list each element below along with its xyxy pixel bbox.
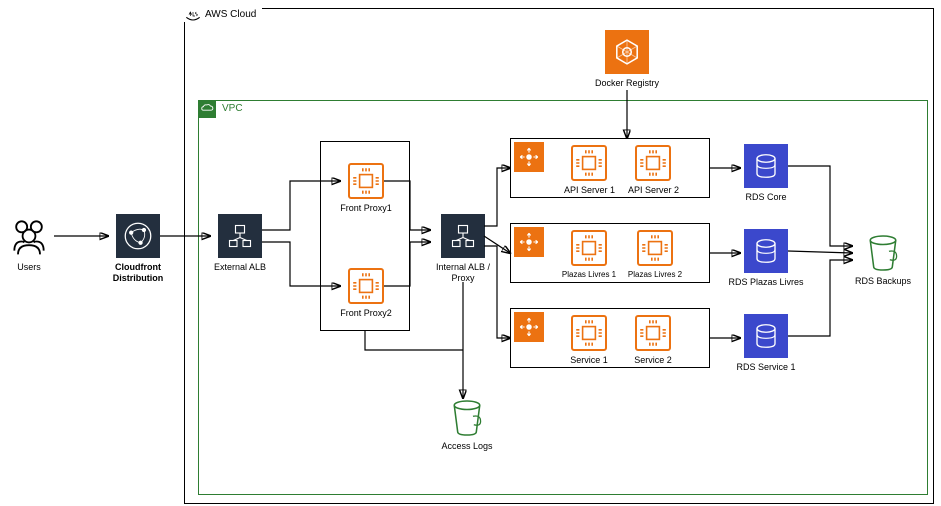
row3-server2: Service 2 [628,315,678,366]
row1-server2: API Server 2 [628,145,678,196]
front-proxy1-icon [348,163,384,199]
front-proxy1-label: Front Proxy1 [334,203,398,214]
row3-rds: RDS Service 1 [734,314,798,373]
row2-server1: Plazas Livres 1 [560,230,618,280]
row3-server1-label: Service 1 [564,355,614,366]
access-logs-label: Access Logs [440,441,494,452]
row1-lb [514,142,544,172]
rds-backups-icon [866,234,900,272]
row1-server1-icon [571,145,607,181]
row2-rds-label: RDS Plazas Livres [728,277,804,288]
external-alb-icon [218,214,262,258]
row3-lb [514,312,544,342]
row1-server1-label: API Server 1 [564,185,614,196]
cloudfront-label: Cloudfront Distribution [108,262,168,284]
docker-registry-label: Docker Registry [592,78,662,89]
rds-backups-label: RDS Backups [853,276,913,287]
internal-alb-node: Internal ALB / Proxy [430,214,496,284]
aws-cloud-tag: AWS Cloud [183,7,262,22]
row2-rds: RDS Plazas Livres [728,229,804,288]
row1-server2-label: API Server 2 [628,185,678,196]
users-icon [7,214,51,258]
row2-server2-label: Plazas Livres 2 [626,270,684,280]
cloudfront-icon [116,214,160,258]
row1-rds-icon [744,144,788,188]
row2-server2-icon [637,230,673,266]
row2-server1-label: Plazas Livres 1 [560,270,618,280]
vpc-icon [198,100,216,118]
external-alb-label: External ALB [210,262,270,273]
row3-rds-icon [744,314,788,358]
front-proxy2-icon [348,268,384,304]
docker-registry-node: Docker Registry [592,30,662,89]
vpc-label: VPC [222,103,243,114]
row2-server1-icon [571,230,607,266]
row3-server2-icon [635,315,671,351]
row1-rds: RDS Core [736,144,796,203]
row3-rds-label: RDS Service 1 [734,362,798,373]
row3-server1-icon [571,315,607,351]
cloudfront-node: Cloudfront Distribution [108,214,168,284]
aws-logo-icon [185,9,201,23]
front-proxy1-node: Front Proxy1 [344,163,388,214]
external-alb-node: External ALB [210,214,270,273]
row1-server1: API Server 1 [564,145,614,196]
row3-server2-label: Service 2 [628,355,678,366]
docker-registry-icon [605,30,649,74]
users-node: Users [4,214,54,273]
row2-lb [514,227,544,257]
front-proxy2-label: Front Proxy2 [334,308,398,319]
rds-backups-node: RDS Backups [853,234,913,287]
internal-alb-label: Internal ALB / Proxy [430,262,496,284]
access-logs-node: Access Logs [440,399,494,452]
aws-cloud-label: AWS Cloud [205,9,256,20]
row2-rds-icon [744,229,788,273]
row1-rds-label: RDS Core [736,192,796,203]
row3-lb-icon [514,312,544,342]
access-logs-icon [450,399,484,437]
row1-server2-icon [635,145,671,181]
front-proxy2-node: Front Proxy2 [344,268,388,319]
row2-server2: Plazas Livres 2 [626,230,684,280]
row2-lb-icon [514,227,544,257]
users-label: Users [4,262,54,273]
row1-lb-icon [514,142,544,172]
vpc-tag: VPC [198,100,251,117]
row3-server1: Service 1 [564,315,614,366]
internal-alb-icon [441,214,485,258]
